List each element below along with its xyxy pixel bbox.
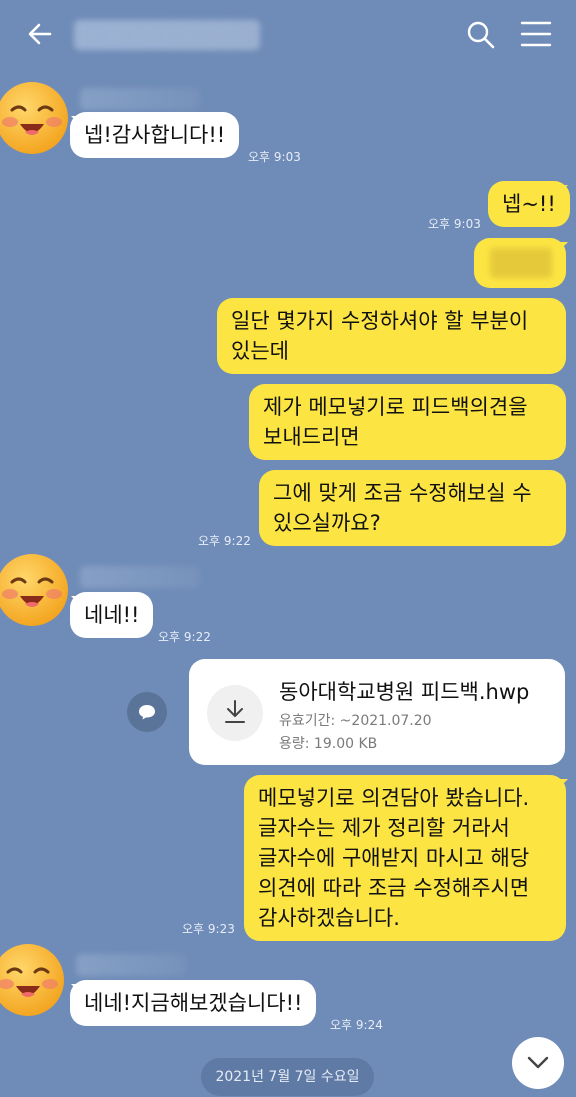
chevron-down-icon: [527, 1056, 549, 1069]
message-bubble-outgoing[interactable]: 메모넣기로 의견담아 봤습니다. 글자수는 제가 정리할 거라서 글자수에 구애…: [244, 775, 566, 941]
message-time: 오후 9:22: [158, 630, 211, 644]
message-time: 오후 9:23: [182, 922, 235, 936]
file-attachment-card[interactable]: 동아대학교병원 피드백.hwp 유효기간: ~2021.07.20 용량: 19…: [189, 659, 565, 765]
avatar-emoji-icon[interactable]: [0, 942, 66, 1018]
arrow-left-icon[interactable]: [24, 18, 56, 50]
download-icon: [225, 700, 245, 723]
file-size: 용량: 19.00 KB: [279, 736, 378, 752]
bubble-tail: [556, 242, 568, 254]
bubble-tail: [556, 779, 568, 791]
message-time: 오후 9:03: [248, 150, 301, 164]
share-button[interactable]: [127, 692, 167, 732]
scroll-to-bottom-button[interactable]: [512, 1037, 564, 1089]
message-bubble-outgoing[interactable]: 제가 메모넣기로 피드백의견을 보내드리면: [249, 384, 566, 460]
avatar-emoji-icon[interactable]: [0, 80, 70, 156]
avatar-emoji-icon[interactable]: [0, 552, 70, 628]
file-expiry: 유효기간: ~2021.07.20: [279, 713, 432, 729]
message-time: 오후 9:03: [428, 217, 481, 231]
message-time: 오후 9:22: [198, 534, 251, 548]
message-bubble-outgoing-blurred[interactable]: [474, 238, 566, 288]
message-bubble-outgoing[interactable]: 일단 몇가지 수정하셔야 할 부분이 있는데: [217, 298, 566, 374]
date-divider: 2021년 7월 7일 수요일: [201, 1058, 374, 1096]
message-bubble-incoming[interactable]: 네네!지금해보겠습니다!!: [70, 980, 317, 1026]
blurred-content: [490, 248, 552, 278]
bubble-tail: [556, 185, 568, 197]
message-time: 오후 9:24: [330, 1018, 383, 1032]
chat-bubble-icon: [139, 705, 155, 720]
sender-name-blurred: [80, 566, 200, 588]
search-icon[interactable]: [466, 20, 496, 50]
message-bubble-incoming[interactable]: 네네!!: [70, 592, 154, 638]
chat-header: [0, 0, 576, 70]
sender-name-blurred: [76, 954, 186, 976]
message-bubble-incoming[interactable]: 넵!감사합니다!!: [70, 112, 240, 158]
message-bubble-outgoing[interactable]: 그에 맞게 조금 수정해보실 수 있으실까요?: [259, 470, 566, 546]
sender-name-blurred: [80, 88, 200, 110]
chat-title-blurred: [74, 20, 260, 50]
download-button[interactable]: [207, 685, 263, 741]
hamburger-menu-icon[interactable]: [520, 20, 552, 48]
file-name: 동아대학교병원 피드백.hwp: [279, 680, 530, 704]
